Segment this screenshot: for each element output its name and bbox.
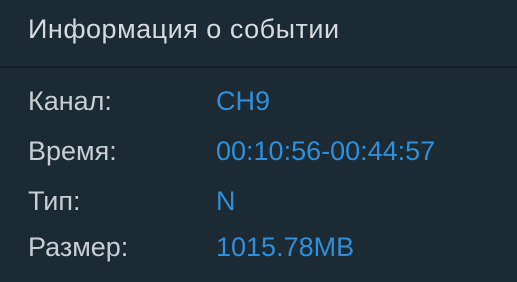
title-divider bbox=[0, 66, 517, 68]
field-row-type: Тип: N bbox=[0, 186, 517, 226]
field-row-size: Размер: 1015.78MB bbox=[0, 232, 517, 272]
size-label: Размер: bbox=[28, 232, 129, 262]
time-value: 00:10:56-00:44:57 bbox=[216, 136, 436, 166]
time-label: Время: bbox=[28, 136, 117, 166]
channel-label: Канал: bbox=[28, 86, 112, 116]
field-row-channel: Канал: CH9 bbox=[0, 86, 517, 126]
type-label: Тип: bbox=[28, 186, 81, 216]
panel-title: Информация о событии bbox=[28, 14, 340, 44]
channel-value: CH9 bbox=[216, 86, 271, 116]
type-value: N bbox=[216, 186, 236, 216]
event-info-panel: Информация о событии Канал: CH9 Время: 0… bbox=[0, 0, 517, 282]
field-row-time: Время: 00:10:56-00:44:57 bbox=[0, 136, 517, 176]
size-value: 1015.78MB bbox=[216, 232, 355, 262]
